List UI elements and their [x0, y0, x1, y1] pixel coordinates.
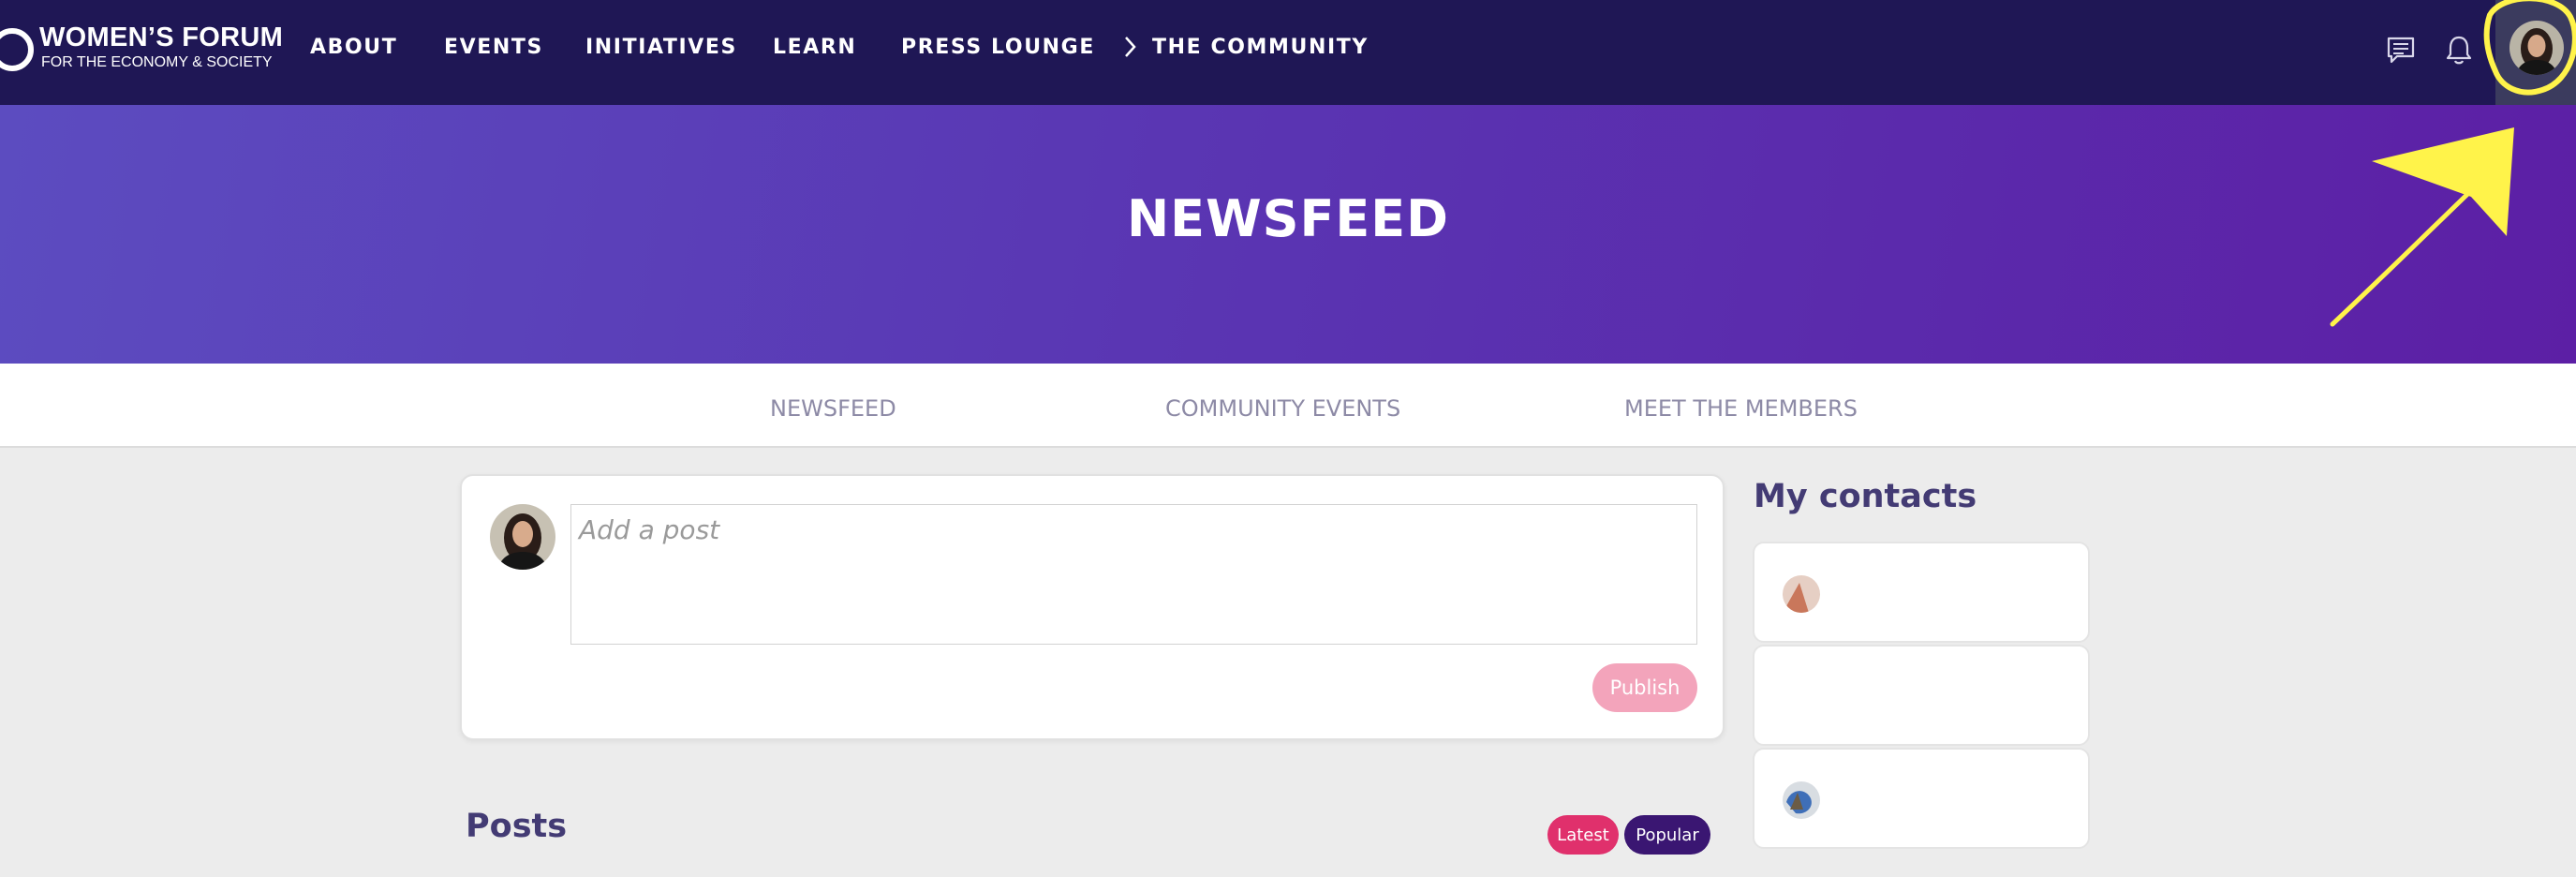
section-tabs: NEWSFEED COMMUNITY EVENTS MEET THE MEMBE… [0, 364, 2576, 448]
nav-the-community[interactable]: THE COMMUNITY [1152, 36, 1369, 59]
chevron-right-icon [1125, 37, 1136, 57]
filter-popular-button[interactable]: Popular [1624, 815, 1710, 855]
tab-newsfeed[interactable]: NEWSFEED [770, 395, 896, 422]
contact-avatar [1783, 781, 1820, 819]
user-avatar-image [490, 504, 555, 570]
profile-avatar[interactable] [2509, 21, 2564, 75]
tab-meet-the-members[interactable]: MEET THE MEMBERS [1624, 395, 1858, 422]
contact-avatar-image [1783, 781, 1820, 819]
contact-avatar-image [1783, 575, 1820, 613]
page-title: NEWSFEED [1126, 189, 1450, 248]
nav-learn[interactable]: LEARN [773, 36, 856, 59]
post-input[interactable] [570, 504, 1697, 645]
publish-button[interactable]: Publish [1592, 663, 1697, 712]
contact-card[interactable] [1753, 542, 2090, 643]
contact-avatar [1783, 575, 1820, 613]
nav-press-lounge[interactable]: PRESS LOUNGE [901, 36, 1095, 59]
logo-subtitle: FOR THE ECONOMY & SOCIETY [41, 54, 273, 70]
top-navbar: WOMEN’S FORUM FOR THE ECONOMY & SOCIETY … [0, 0, 2576, 105]
nav-about[interactable]: ABOUT [310, 36, 397, 59]
contact-card[interactable] [1753, 748, 2090, 849]
post-composer: Publish [460, 474, 1725, 740]
contact-card[interactable] [1753, 645, 2090, 746]
composer-avatar [490, 504, 555, 570]
logo-title: WOMEN’S FORUM [39, 22, 284, 52]
hero-banner: NEWSFEED [0, 105, 2576, 364]
chat-icon[interactable] [2383, 32, 2419, 67]
user-avatar-image [2509, 21, 2564, 75]
profile-menu[interactable] [2495, 0, 2576, 105]
filter-latest-button[interactable]: Latest [1547, 815, 1619, 855]
logo-circle-icon [0, 28, 34, 71]
posts-heading: Posts [466, 808, 568, 845]
nav-events[interactable]: EVENTS [444, 36, 543, 59]
tab-community-events[interactable]: COMMUNITY EVENTS [1165, 395, 1400, 422]
nav-initiatives[interactable]: INITIATIVES [585, 36, 737, 59]
contacts-heading: My contacts [1754, 478, 1977, 515]
bell-icon[interactable] [2441, 32, 2477, 67]
